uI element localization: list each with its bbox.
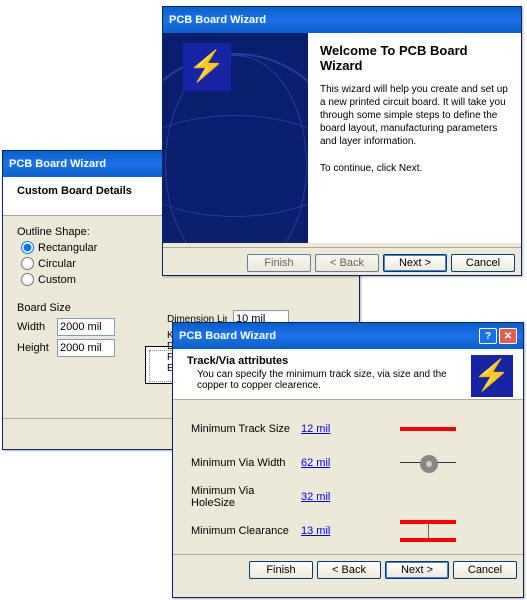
logo-icon: ⚡ <box>183 43 231 91</box>
track-via-wizard-window: PCB Board Wizard ? ✕ Track/Via attribute… <box>172 322 524 598</box>
attr-label: Minimum Via HoleSize <box>191 485 301 509</box>
radio-input[interactable] <box>21 257 34 270</box>
window-title: PCB Board Wizard <box>9 158 106 170</box>
attr-value-link[interactable]: 62 mil <box>301 457 351 469</box>
close-icon[interactable]: ✕ <box>499 328 517 344</box>
attr-label: Minimum Via Width <box>191 457 301 469</box>
window-title: PCB Board Wizard <box>169 14 266 26</box>
next-button[interactable]: Next > <box>385 561 449 579</box>
header-heading: Track/Via attributes <box>187 355 471 367</box>
window-title: PCB Board Wizard <box>179 330 276 342</box>
finish-button[interactable]: Finish <box>247 254 311 272</box>
via-width-diagram-icon <box>351 453 505 473</box>
attr-label: Minimum Clearance <box>191 525 301 537</box>
welcome-description: This wizard will help you create and set… <box>320 83 509 148</box>
cancel-button[interactable]: Cancel <box>453 561 517 579</box>
min-via-hole-row: Minimum Via HoleSize 32 mil <box>191 480 505 514</box>
next-button[interactable]: Next > <box>383 254 447 272</box>
titlebar[interactable]: PCB Board Wizard ? ✕ <box>173 323 523 349</box>
help-icon[interactable]: ? <box>479 328 497 344</box>
header-sub: You can specify the minimum track size, … <box>187 369 471 391</box>
radio-input[interactable] <box>21 241 34 254</box>
min-track-row: Minimum Track Size 12 mil <box>191 412 505 446</box>
wizard-side-graphic: ⚡ <box>163 33 308 243</box>
welcome-heading: Welcome To PCB Board Wizard <box>320 43 509 73</box>
track-diagram-icon <box>351 427 505 431</box>
min-clearance-row: Minimum Clearance 13 mil <box>191 514 505 548</box>
height-input[interactable] <box>57 339 115 357</box>
attr-value-link[interactable]: 12 mil <box>301 423 351 435</box>
back-button[interactable]: < Back <box>315 254 379 272</box>
wizard-header: Track/Via attributes You can specify the… <box>173 349 523 400</box>
min-via-width-row: Minimum Via Width 62 mil <box>191 446 505 480</box>
welcome-wizard-window: PCB Board Wizard ⚡ Welcome To PCB Board … <box>162 6 522 276</box>
header-text: Custom Board Details <box>17 185 132 197</box>
attr-label: Minimum Track Size <box>191 423 301 435</box>
width-input[interactable] <box>57 318 115 336</box>
attr-value-link[interactable]: 32 mil <box>301 491 351 503</box>
width-label: Width <box>17 321 51 333</box>
titlebar[interactable]: PCB Board Wizard <box>163 7 521 33</box>
finish-button[interactable]: Finish <box>249 561 313 579</box>
radio-input[interactable] <box>21 273 34 286</box>
height-label: Height <box>17 342 51 354</box>
cancel-button[interactable]: Cancel <box>451 254 515 272</box>
back-button[interactable]: < Back <box>317 561 381 579</box>
continue-hint: To continue, click Next. <box>320 162 509 175</box>
attr-value-link[interactable]: 13 mil <box>301 525 351 537</box>
logo-icon: ⚡ <box>471 355 513 397</box>
clearance-diagram-icon <box>351 520 505 542</box>
